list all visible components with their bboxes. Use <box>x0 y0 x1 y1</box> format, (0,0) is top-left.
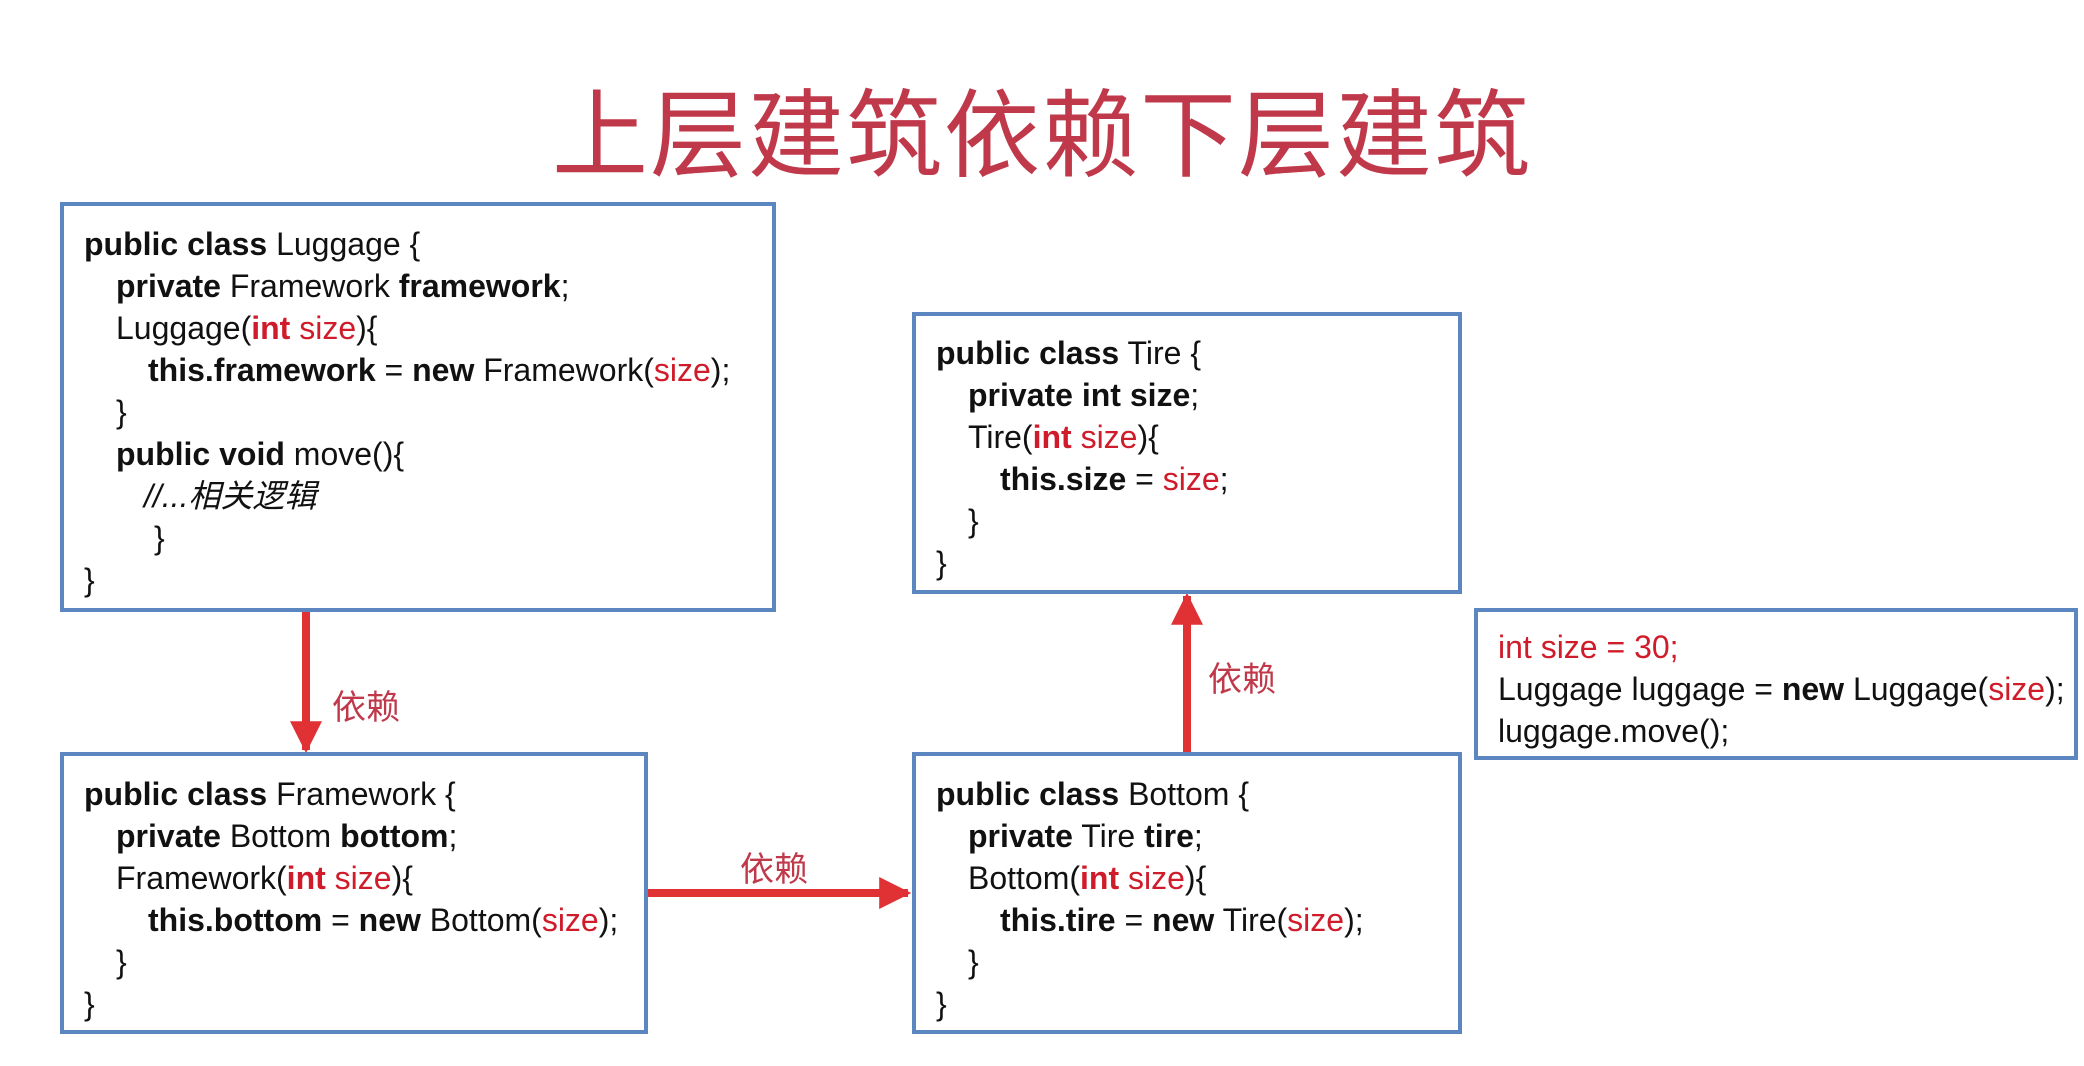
code-line: public class Bottom { <box>936 776 1250 812</box>
arrow-label-3: 依赖 <box>1208 660 1276 700</box>
code-line: private Bottom bottom; <box>116 818 458 854</box>
code-line: Luggage luggage = new Luggage(size); <box>1498 671 2065 707</box>
code-line: } <box>84 562 95 598</box>
code-line: Luggage(int size){ <box>116 310 378 346</box>
main-usage-box: int size = 30; Luggage luggage = new Lug… <box>1474 608 2078 760</box>
code-line: Tire(int size){ <box>968 419 1159 455</box>
code-line: public void move(){ <box>116 436 405 472</box>
code-line: public class Tire { <box>936 335 1201 371</box>
code-line: } <box>116 944 127 980</box>
code-line: } <box>936 986 947 1022</box>
code-line: Bottom(int size){ <box>968 860 1207 896</box>
framework-class-box: public class Framework { private Bottom … <box>60 752 648 1034</box>
code-line: private Tire tire; <box>968 818 1203 854</box>
code-line: this.tire = new Tire(size); <box>1000 902 1364 938</box>
arrow-label-2: 依赖 <box>740 850 808 890</box>
code-line: } <box>968 503 979 539</box>
code-line: } <box>154 520 165 556</box>
code-line: luggage.move(); <box>1498 713 1730 749</box>
code-line: public class Luggage { <box>84 226 421 262</box>
code-line: int size = 30; <box>1498 629 1679 665</box>
code-line: Framework(int size){ <box>116 860 413 896</box>
code-comment: //...相关逻辑 <box>144 478 317 514</box>
code-line: private int size; <box>968 377 1200 413</box>
code-line: } <box>84 986 95 1022</box>
arrow-label-1: 依赖 <box>332 688 400 728</box>
code-line: this.bottom = new Bottom(size); <box>148 902 619 938</box>
code-line: } <box>968 944 979 980</box>
code-line: this.framework = new Framework(size); <box>148 352 731 388</box>
tire-class-box: public class Tire { private int size; Ti… <box>912 312 1462 594</box>
bottom-class-box: public class Bottom { private Tire tire;… <box>912 752 1462 1034</box>
code-line: } <box>116 394 127 430</box>
code-line: } <box>936 545 947 581</box>
luggage-class-box: public class Luggage { private Framework… <box>60 202 776 612</box>
code-line: public class Framework { <box>84 776 456 812</box>
code-line: private Framework framework; <box>116 268 570 304</box>
code-line: this.size = size; <box>1000 461 1229 497</box>
